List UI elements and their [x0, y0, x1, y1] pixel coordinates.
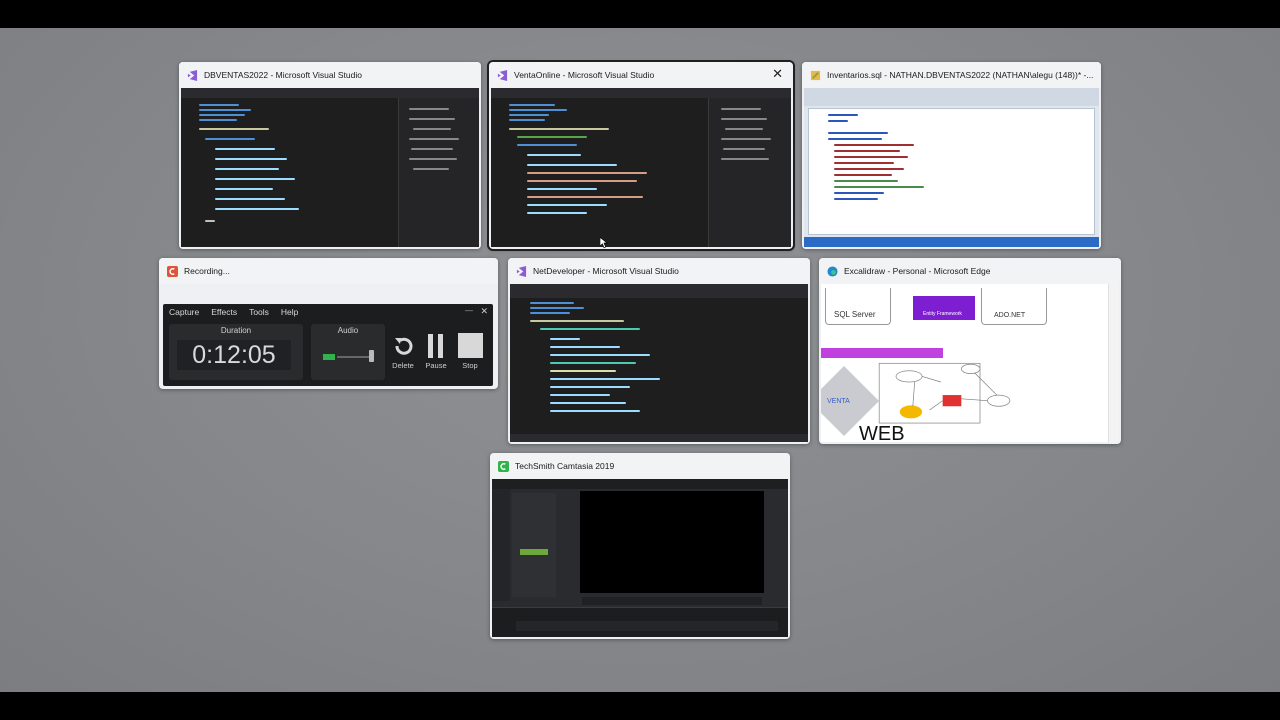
window-thumbnail — [491, 88, 791, 247]
window-excalidraw[interactable]: Excalidraw - Personal - Microsoft Edge S… — [819, 258, 1121, 444]
window-ventaonline[interactable]: VentaOnline - Microsoft Visual Studio ✕ — [487, 60, 795, 251]
window-recording[interactable]: Recording... Capture Effects Tools Help … — [159, 258, 498, 389]
venta-label: VENTA — [827, 398, 850, 405]
window-titlebar: TechSmith Camtasia 2019 — [490, 453, 790, 479]
close-window-button[interactable]: ✕ — [772, 67, 783, 81]
window-netdeveloper[interactable]: NetDeveloper - Microsoft Visual Studio — [508, 258, 810, 444]
delete-button-label: Delete — [392, 361, 414, 370]
pause-button-label: Pause — [425, 361, 447, 370]
menu-tools[interactable]: Tools — [249, 307, 269, 317]
window-title: DBVENTAS2022 - Microsoft Visual Studio — [204, 70, 362, 80]
edge-browser-icon — [827, 265, 838, 277]
window-thumbnail — [804, 88, 1099, 247]
window-title: TechSmith Camtasia 2019 — [515, 461, 615, 471]
web-label: WEB — [859, 423, 905, 442]
camtasia-icon — [498, 460, 509, 472]
mouse-cursor-icon — [600, 237, 608, 249]
window-title: Inventarios.sql - NATHAN.DBVENTAS2022 (N… — [827, 70, 1094, 80]
close-recorder-button[interactable]: ✕ — [480, 306, 488, 317]
window-thumbnail — [181, 88, 479, 247]
audio-panel: Audio — [311, 324, 385, 380]
duration-label: Duration — [220, 326, 252, 335]
ado-net-box: ADO.NET — [981, 288, 1047, 325]
window-thumbnail — [510, 284, 808, 442]
ado-net-label: ADO.NET — [994, 312, 1026, 319]
recorder-menubar: Capture Effects Tools Help — [163, 304, 493, 320]
audio-volume-slider[interactable] — [337, 356, 373, 358]
window-titlebar: Excalidraw - Personal - Microsoft Edge — [819, 258, 1121, 284]
audio-level-meter — [323, 354, 335, 360]
window-titlebar: VentaOnline - Microsoft Visual Studio ✕ — [489, 62, 793, 88]
window-titlebar: Inventarios.sql - NATHAN.DBVENTAS2022 (N… — [802, 62, 1101, 88]
window-title: Recording... — [184, 266, 230, 276]
entity-framework-box: Entity Framework — [913, 296, 975, 320]
window-title: VentaOnline - Microsoft Visual Studio — [514, 70, 655, 80]
window-dbventas[interactable]: DBVENTAS2022 - Microsoft Visual Studio — [179, 62, 481, 249]
window-thumbnail: SQL Server Entity Framework ADO.NET VENT… — [821, 284, 1119, 442]
menu-capture[interactable]: Capture — [169, 307, 199, 317]
window-thumbnail — [492, 479, 788, 637]
visual-studio-icon — [497, 69, 508, 81]
duration-readout: 0:12:05 — [177, 340, 291, 370]
visual-studio-icon — [516, 265, 527, 277]
delete-icon[interactable] — [391, 334, 415, 358]
recorder-panel: Capture Effects Tools Help — ✕ Duration … — [163, 304, 493, 386]
minimize-recorder-button[interactable]: — — [465, 306, 473, 315]
menu-help[interactable]: Help — [281, 307, 298, 317]
camtasia-recorder-icon — [167, 265, 178, 277]
window-titlebar: DBVENTAS2022 - Microsoft Visual Studio — [179, 62, 481, 88]
window-titlebar: NetDeveloper - Microsoft Visual Studio — [508, 258, 810, 284]
sql-server-management-icon — [810, 70, 821, 80]
window-title: Excalidraw - Personal - Microsoft Edge — [844, 266, 991, 276]
audio-label: Audio — [337, 326, 359, 335]
canvas-preview — [580, 491, 764, 593]
window-titlebar: Recording... — [159, 258, 498, 284]
pause-icon[interactable] — [428, 334, 444, 358]
sql-server-box: SQL Server — [825, 288, 891, 325]
window-camtasia[interactable]: TechSmith Camtasia 2019 — [490, 453, 790, 639]
visual-studio-icon — [187, 69, 198, 81]
stop-icon[interactable] — [458, 333, 483, 358]
audio-slider-handle[interactable] — [369, 350, 374, 362]
stop-button-label: Stop — [462, 361, 478, 370]
menu-effects[interactable]: Effects — [211, 307, 237, 317]
window-title: NetDeveloper - Microsoft Visual Studio — [533, 266, 679, 276]
window-inventarios-sql[interactable]: Inventarios.sql - NATHAN.DBVENTAS2022 (N… — [802, 62, 1101, 249]
entity-framework-label: Entity Framework — [923, 311, 962, 317]
sql-server-label: SQL Server — [834, 310, 876, 319]
